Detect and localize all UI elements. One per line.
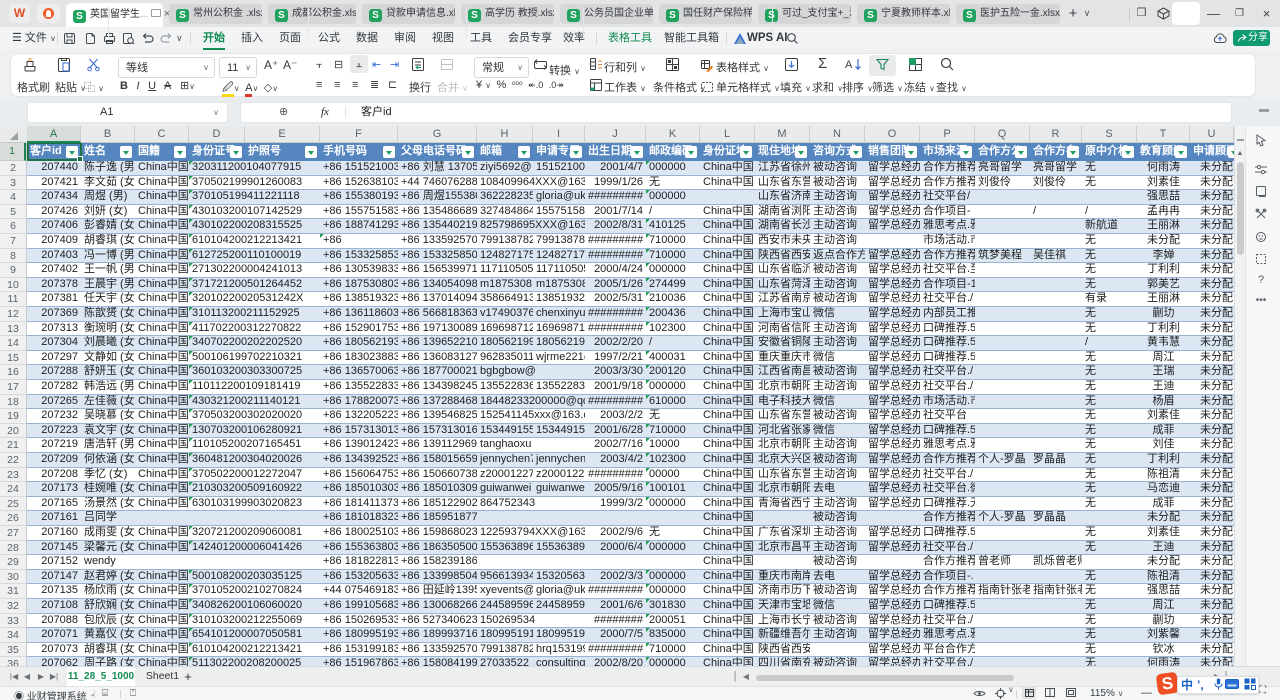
svg-text:A: A	[845, 59, 853, 71]
